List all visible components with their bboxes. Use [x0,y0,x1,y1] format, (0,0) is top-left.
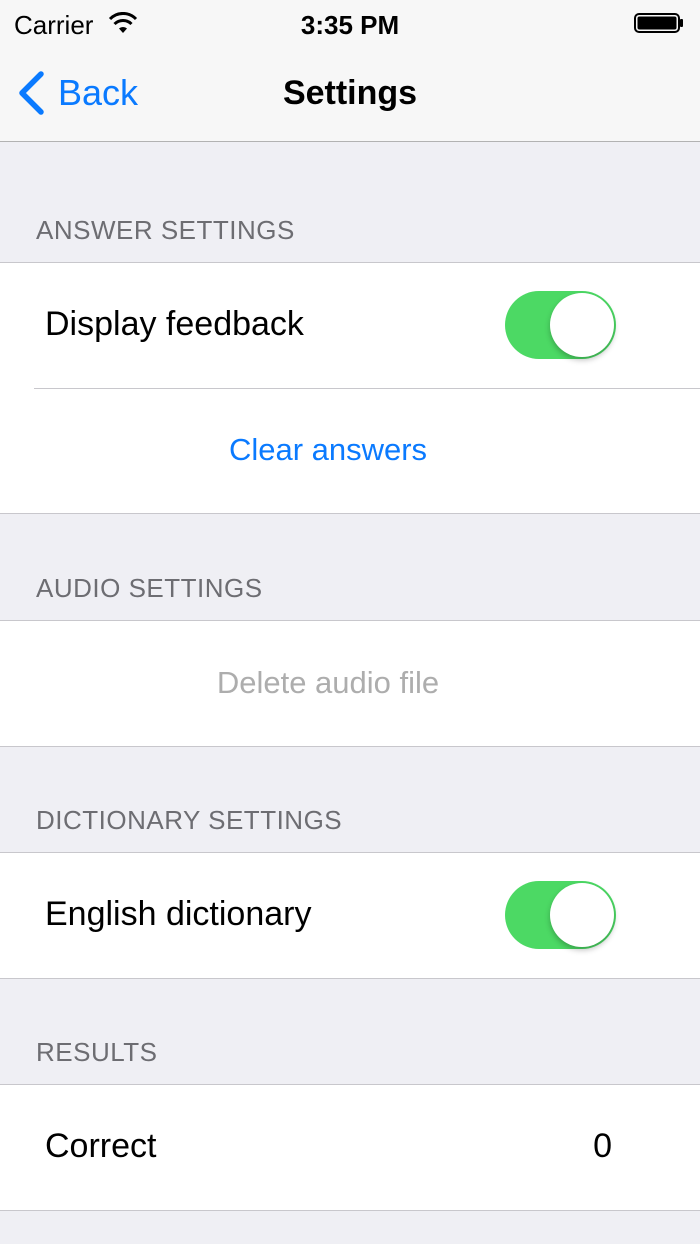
battery-icon [634,13,683,33]
navigation-bar: Back Settings [0,48,700,142]
delete-audio-row: Delete audio file [0,621,700,746]
section-header-results: RESULTS [36,1037,158,1067]
answer-settings-group: Display feedback Clear answers [0,262,700,514]
correct-count: 0 [593,1127,612,1165]
correct-row: Correct 0 [0,1085,700,1210]
english-dictionary-toggle[interactable] [505,881,616,949]
dictionary-settings-group: English dictionary [0,852,700,979]
status-bar: Carrier 3:35 PM [0,0,700,48]
results-group: Correct 0 [0,1084,700,1211]
display-feedback-label: Display feedback [45,305,304,343]
delete-audio-file-button: Delete audio file [216,665,440,700]
english-dictionary-row: English dictionary [0,853,700,978]
english-dictionary-label: English dictionary [45,895,312,933]
correct-label: Correct [45,1127,157,1165]
toggle-knob [550,293,614,357]
section-header-audio-settings: AUDIO SETTINGS [36,573,263,603]
page-title: Settings [282,74,418,112]
section-header-dictionary-settings: DICTIONARY SETTINGS [36,805,343,835]
clear-answers-button[interactable]: Clear answers [0,432,656,468]
toggle-knob [550,883,614,947]
status-time: 3:35 PM [300,10,400,40]
display-feedback-row: Display feedback [0,263,700,388]
audio-settings-group: Delete audio file [0,620,700,747]
display-feedback-toggle[interactable] [505,291,616,359]
section-header-answer-settings: ANSWER SETTINGS [36,215,295,245]
clear-answers-row[interactable]: Clear answers [0,388,700,513]
